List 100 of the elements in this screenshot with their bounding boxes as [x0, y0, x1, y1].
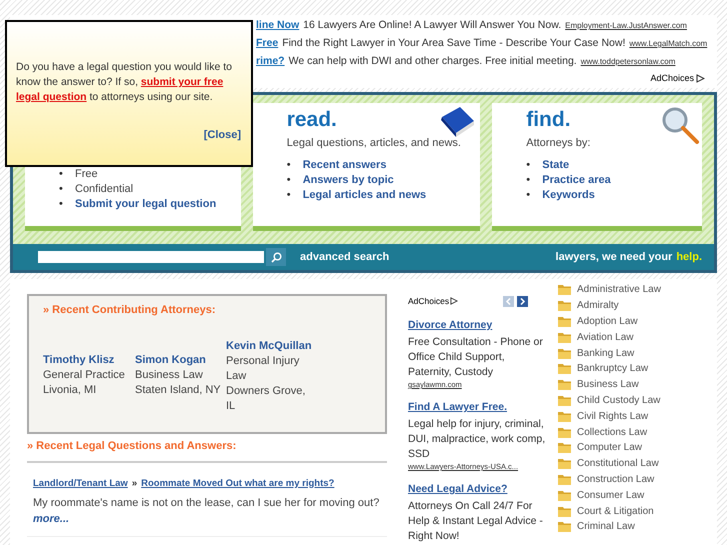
category-link[interactable]: Admiralty	[577, 298, 619, 314]
category-link[interactable]: Construction Law	[577, 472, 654, 487]
next-button[interactable]	[517, 296, 528, 306]
category-link[interactable]: Business Law	[577, 377, 639, 392]
chevron-left-icon	[505, 298, 512, 304]
ad-title-link[interactable]: rime?	[256, 54, 285, 70]
ad-title-link[interactable]: Divorce Attorney	[408, 318, 546, 333]
category-link[interactable]: Criminal Law	[577, 519, 635, 534]
folder-icon	[558, 442, 571, 454]
folder-icon	[558, 474, 571, 485]
ad-title-link[interactable]: Find A Lawyer Free.	[408, 400, 546, 415]
card-link[interactable]: Recent answers	[302, 158, 386, 172]
chevron-right-icon	[519, 298, 526, 304]
attorney-location: Downers Grove, IL	[226, 384, 306, 414]
section-heading: » Recent Legal Questions and Answers:	[27, 438, 387, 462]
ad-url-link[interactable]: www.toddpetersonlaw.com	[580, 56, 676, 68]
card-link[interactable]: Submit your legal question	[75, 197, 216, 212]
attorney-location: Staten Island, NY	[135, 382, 222, 398]
more-link[interactable]: more...	[33, 511, 387, 528]
category-link[interactable]: Collections Law	[577, 424, 648, 440]
category-link[interactable]: Court & Litigation	[577, 504, 654, 519]
ad-url-link[interactable]: Employment-Law.JustAnswer.com	[565, 20, 687, 32]
bullet-mark: •	[59, 197, 64, 212]
breadcrumb-separator: »	[132, 476, 138, 490]
section-heading: » Recent Contributing Attorneys:	[43, 303, 217, 318]
category-link[interactable]: Aviation Law	[577, 330, 634, 345]
card-link[interactable]: State	[542, 158, 570, 172]
bullet-mark: •	[286, 172, 292, 188]
search-button[interactable]	[266, 248, 286, 266]
card-heading: read.	[286, 107, 337, 133]
category-link[interactable]: Landlord/Tenant Law	[33, 476, 128, 491]
bullet-mark: •	[526, 188, 532, 202]
card-heading: find.	[526, 107, 571, 133]
attorney-practice: Personal Injury Law	[226, 354, 300, 384]
attorney-name-link[interactable]: Simon Kogan	[135, 352, 226, 368]
folder-icon	[558, 426, 571, 438]
bullet-mark: •	[59, 167, 64, 182]
card-link[interactable]: Keywords	[542, 188, 595, 202]
ad-title-link[interactable]: Free	[256, 36, 278, 52]
folder-icon	[558, 521, 571, 532]
bullet-mark: •	[286, 158, 292, 172]
bullet-mark: •	[286, 188, 292, 202]
attorney-name-link[interactable]: Kevin McQuillan	[226, 338, 316, 354]
ad-text: We can help with DWI and other charges. Free initial meeting.	[288, 54, 577, 69]
ad-text: Attorneys On Call 24/7 For Help & Instant Legal Advice - Right Now!	[408, 499, 544, 544]
folder-icon	[558, 316, 571, 327]
card-bullet-text: Free	[75, 167, 98, 182]
ad-text: Legal help for injury, criminal, DUI, malpractice, work comp, SSD	[408, 417, 546, 462]
advanced-search-link[interactable]: advanced search	[300, 248, 390, 266]
card-link[interactable]: Practice area	[542, 172, 611, 188]
folder-icon	[558, 394, 571, 406]
adchoices-label[interactable]: AdChoices	[408, 294, 450, 308]
ad-text: Find the Right Lawyer in Your Area Save Time - Describe Your Case Now!	[282, 36, 626, 51]
folder-icon	[558, 348, 571, 359]
folder-icon	[558, 284, 571, 296]
ad-title-link[interactable]: line Now	[256, 18, 300, 34]
folder-icon	[558, 379, 571, 390]
ad-title-link[interactable]: Need Legal Advice?	[408, 482, 546, 497]
category-link[interactable]: Child Custody Law	[577, 392, 660, 408]
card-link[interactable]: Answers by topic	[302, 172, 394, 188]
category-link[interactable]: Consumer Law	[577, 488, 644, 503]
folder-icon	[558, 332, 571, 343]
search-icon	[270, 252, 282, 262]
card-bullet-text: Confidential	[75, 182, 134, 197]
category-link[interactable]: Administrative Law	[577, 282, 661, 298]
magnifier-icon	[660, 105, 700, 145]
folder-icon	[558, 410, 571, 422]
category-link[interactable]: Constitutional Law	[577, 456, 659, 472]
category-link[interactable]: Bankruptcy Law	[577, 361, 648, 376]
bullet-mark: •	[526, 158, 532, 172]
tagline-text: lawyers, we need your	[556, 250, 672, 265]
question-title-link[interactable]: Roommate Moved Out what are my rights?	[141, 476, 334, 491]
folder-icon	[558, 300, 571, 312]
bullet-mark: •	[59, 182, 64, 197]
category-link[interactable]: Civil Rights Law	[577, 408, 648, 424]
search-field[interactable]	[38, 251, 264, 263]
folder-icon	[558, 506, 571, 517]
adchoices-label[interactable]: AdChoices	[650, 72, 694, 85]
category-link[interactable]: Computer Law	[577, 440, 642, 456]
category-link[interactable]: Adoption Law	[577, 314, 638, 329]
ad-text: Free Consultation - Phone or Office Child Support, Paternity, Custody	[408, 335, 544, 380]
help-link[interactable]: help.	[676, 248, 702, 266]
ad-text: 16 Lawyers Are Online! A Lawyer Will Answer You Now.	[303, 18, 562, 33]
adchoices-icon[interactable]	[450, 297, 458, 305]
category-link[interactable]: Banking Law	[577, 346, 634, 361]
close-link[interactable]: [Close]	[204, 126, 241, 143]
folder-icon	[558, 458, 571, 470]
attorney-practice: General Practice	[43, 368, 126, 382]
ad-url-link[interactable]: www.LegalMatch.com	[629, 38, 708, 50]
attorney-practice: Business Law	[135, 368, 204, 382]
folder-icon	[558, 363, 571, 374]
bullet-mark: •	[526, 172, 532, 188]
card-link[interactable]: Legal articles and news	[302, 188, 426, 202]
attorney-location: Livonia, MI	[43, 382, 98, 398]
attorney-name-link[interactable]: Timothy Klisz	[43, 352, 135, 368]
adchoices-icon[interactable]	[696, 74, 705, 83]
card-subtitle: Legal questions, articles, and news.	[286, 136, 462, 151]
card-subtitle: Attorneys by:	[526, 136, 592, 151]
popup-message: Do you have a legal question you would like to know the answer to? If so, submit your free legal question to attorneys using our site.	[16, 60, 233, 105]
question-text: My roommate's name is not on the lease, can I sue her for moving out?	[33, 496, 380, 511]
